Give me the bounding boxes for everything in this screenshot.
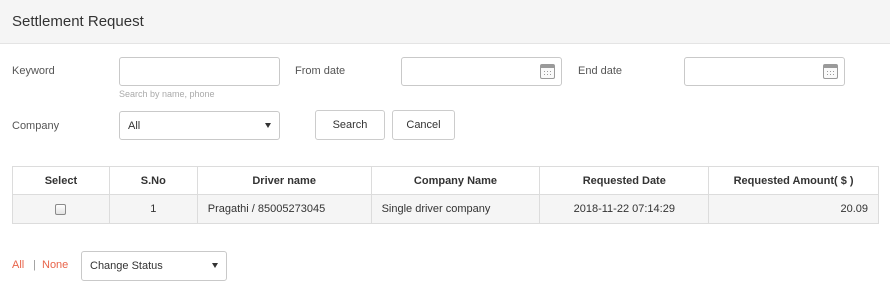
keyword-label: Keyword	[12, 65, 55, 77]
company-label: Company	[12, 120, 60, 132]
requested-date-cell: 2018-11-22 07:14:29	[539, 194, 710, 224]
page-title: Settlement Request	[12, 13, 144, 30]
column-header-company-name: Company Name	[370, 166, 541, 195]
search-button[interactable]: Search	[315, 110, 385, 140]
sno-cell: 1	[108, 194, 198, 224]
keyword-input[interactable]	[119, 57, 280, 86]
select-all-link[interactable]: All	[12, 259, 24, 271]
keyword-hint: Search by name, phone	[119, 89, 215, 99]
company-name-link[interactable]: Single driver company	[370, 194, 541, 224]
column-header-requested-date: Requested Date	[539, 166, 710, 195]
from-date-label: From date	[295, 65, 346, 77]
table-row: 1 Pragathi / 85005273045 Single driver c…	[12, 194, 879, 224]
requested-amount-cell: 20.09	[708, 194, 879, 224]
calendar-icon[interactable]	[823, 64, 838, 79]
column-header-driver-name: Driver name	[196, 166, 372, 195]
column-header-requested-amount: Requested Amount( $ )	[708, 166, 879, 195]
driver-name-link[interactable]: Pragathi / 85005273045	[196, 194, 372, 224]
table-header-row: Select S.No Driver name Company Name Req…	[12, 166, 879, 195]
calendar-icon[interactable]	[540, 64, 555, 79]
chevron-down-icon	[265, 123, 271, 128]
change-status-select[interactable]: Change Status	[81, 251, 227, 281]
page-header: Settlement Request	[0, 0, 890, 44]
select-cell	[12, 194, 110, 224]
column-header-sno: S.No	[108, 166, 198, 195]
from-date-input[interactable]	[401, 57, 562, 86]
end-date-label: End date	[578, 65, 623, 77]
row-checkbox[interactable]	[55, 203, 67, 215]
link-separator: |	[33, 259, 36, 271]
change-status-value: Change Status	[90, 260, 163, 272]
company-select[interactable]: All	[119, 111, 280, 140]
end-date-input[interactable]	[684, 57, 845, 86]
cancel-button[interactable]: Cancel	[392, 110, 455, 140]
chevron-down-icon	[212, 263, 218, 268]
company-select-value: All	[128, 119, 141, 132]
settlement-table: Select S.No Driver name Company Name Req…	[12, 166, 879, 224]
column-header-select: Select	[12, 166, 110, 195]
select-none-link[interactable]: None	[42, 259, 68, 271]
